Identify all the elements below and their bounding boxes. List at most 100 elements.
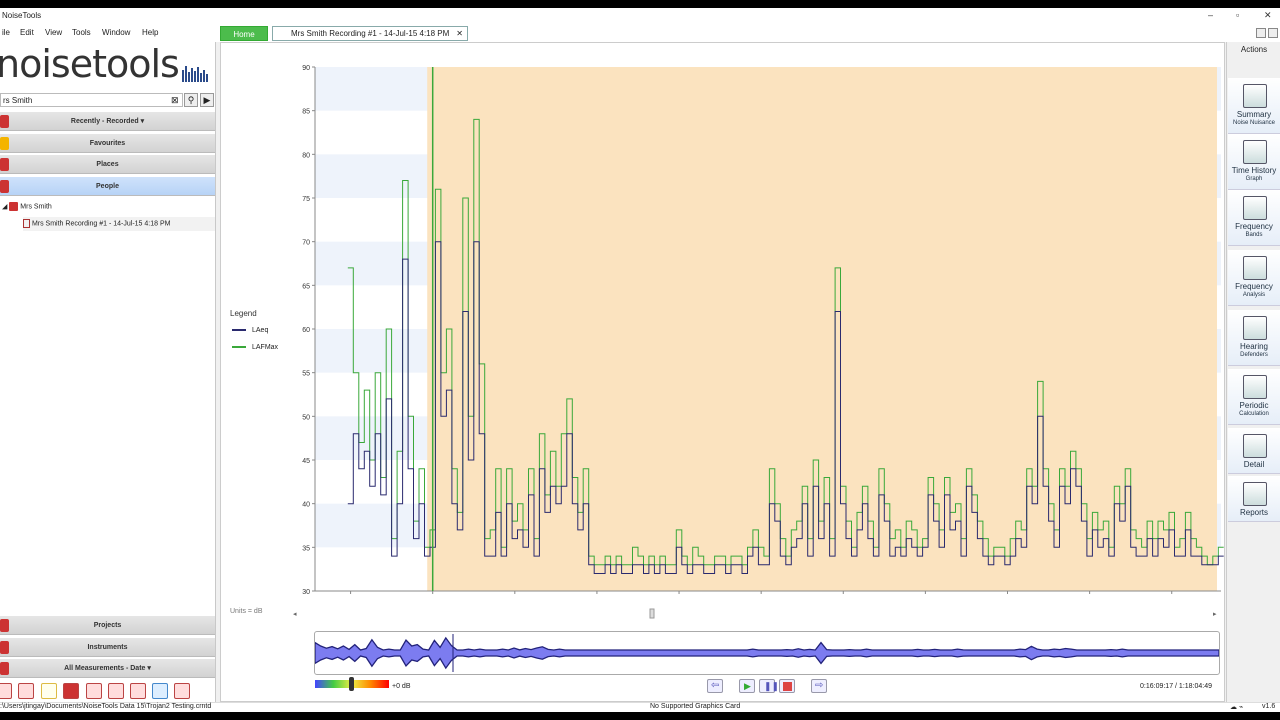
expand-icon[interactable]: ◢ (2, 203, 7, 210)
tree-item-person[interactable]: ◢ Mrs Smith (2, 202, 52, 211)
section-favourites[interactable]: Favourites (0, 134, 215, 153)
section-recently[interactable]: Recently - Recorded ▾ (0, 112, 215, 131)
stop-button[interactable] (779, 679, 795, 693)
section-instruments-label: Instruments (87, 644, 128, 651)
y-tick-label: 70 (302, 240, 310, 247)
menu-file[interactable]: ile (2, 28, 10, 37)
tab-close-icon[interactable]: ✕ (456, 27, 463, 41)
person-icon (0, 180, 9, 193)
action-label: Summary (1236, 110, 1272, 119)
tool-person-icon[interactable] (108, 683, 124, 699)
project-icon (0, 619, 9, 632)
section-people-label: People (96, 183, 119, 190)
play-button[interactable]: ▶ (739, 679, 755, 693)
action-label: Periodic (1239, 401, 1269, 410)
search-icon: ⚲ (187, 95, 195, 105)
y-tick-label: 45 (302, 458, 310, 465)
action-reports[interactable]: Reports (1228, 476, 1280, 522)
main-panel: Legend LAeq LAFMax 30 35 40 45 50 55 60 65 70 75 8… (220, 42, 1225, 702)
action-sublabel: Noise Nuisance (1232, 120, 1276, 126)
menu-view[interactable]: View (45, 28, 62, 37)
pause-button[interactable]: ❚❚ (759, 679, 779, 693)
tab-home[interactable]: Home (220, 26, 268, 41)
gain-thumb[interactable] (349, 677, 354, 691)
status-path: :\Users\jtingay\Documents\NoiseTools Dat… (0, 703, 212, 710)
action-sublabel: Calculation (1239, 411, 1269, 417)
tool-1-icon[interactable] (0, 683, 12, 699)
action-hearing-defenders[interactable]: Hearing Defenders (1228, 310, 1280, 366)
svg-text:◂: ◂ (293, 611, 297, 618)
time-history-icon (1243, 140, 1267, 164)
tool-folder-icon[interactable] (63, 683, 79, 699)
action-frequency-analysis[interactable]: Frequency Analysis (1228, 250, 1280, 306)
stop-icon (783, 682, 792, 691)
previous-button[interactable]: ⇦ (707, 679, 723, 693)
action-sublabel: Graph (1245, 176, 1263, 182)
reports-icon (1243, 482, 1267, 506)
tool-camera-icon[interactable] (152, 683, 168, 699)
action-detail[interactable]: Detail (1228, 428, 1280, 474)
dropdown-icon[interactable] (1268, 28, 1278, 38)
tab-recording-label: Mrs Smith Recording #1 - 14-Jul-15 4:18 … (291, 29, 450, 38)
y-tick-label: 80 (302, 152, 310, 159)
section-all-label: All Measurements - Date (64, 665, 146, 672)
menu-bar: ile Edit View Tools Window Help (0, 25, 1280, 42)
go-button[interactable]: ▶ (200, 93, 214, 107)
section-recently-label: Recently - Recorded (70, 118, 139, 125)
section-projects-label: Projects (93, 622, 122, 629)
tree-item-recording[interactable]: Mrs Smith Recording #1 - 14-Jul-15 4:18 … (23, 217, 215, 231)
action-summary-noise-nuisance[interactable]: Summary Noise Nuisance (1228, 78, 1280, 134)
chevron-down-icon[interactable]: ▾ (147, 665, 151, 672)
minimize-icon[interactable]: – (1208, 10, 1213, 20)
detail-icon (1243, 434, 1267, 458)
action-sublabel: Defenders (1240, 352, 1268, 358)
section-all-measurements[interactable]: All Measurements - Date ▾ (0, 659, 215, 678)
tool-doc-icon[interactable] (130, 683, 146, 699)
clear-search-icon[interactable]: ⊠ (171, 95, 179, 106)
maximize-icon[interactable]: ▫ (1236, 10, 1239, 20)
menu-window[interactable]: Window (102, 28, 130, 37)
tree-recording-label: Mrs Smith Recording #1 - 14-Jul-15 4:18 … (31, 220, 171, 228)
tool-2-icon[interactable] (18, 683, 34, 699)
search-button[interactable]: ⚲ (184, 93, 198, 107)
y-tick-label: 90 (302, 65, 310, 72)
recent-icon (0, 115, 9, 128)
tool-house-icon[interactable] (86, 683, 102, 699)
house-icon (0, 158, 9, 171)
pin-icon[interactable] (1256, 28, 1266, 38)
action-time-history-graph[interactable]: Time History Graph (1228, 134, 1280, 190)
tab-recording[interactable]: Mrs Smith Recording #1 - 14-Jul-15 4:18 … (272, 26, 468, 41)
arrow-left-icon: ⇦ (711, 680, 720, 691)
search-input[interactable]: rs Smith (0, 93, 183, 107)
section-projects[interactable]: Projects (0, 616, 215, 635)
action-periodic-calculation[interactable]: Periodic Calculation (1228, 369, 1280, 425)
action-frequency-bands[interactable]: Frequency Bands (1228, 190, 1280, 246)
actions-title: Actions (1240, 45, 1268, 54)
instrument-icon (0, 641, 9, 654)
menu-edit[interactable]: Edit (20, 28, 34, 37)
section-instruments[interactable]: Instruments (0, 638, 215, 657)
left-panel: noisetools rs Smith ⊠ ⚲ ▶ Recently - Rec… (0, 42, 216, 702)
y-tick-label: 60 (302, 327, 310, 334)
menu-tools[interactable]: Tools (72, 28, 91, 37)
app-logo: noisetools (0, 42, 180, 86)
section-people[interactable]: People (0, 177, 215, 196)
hearing-defenders-icon (1243, 316, 1267, 340)
waveform-overview[interactable] (314, 631, 1220, 675)
close-icon[interactable]: ✕ (1264, 10, 1272, 21)
tool-settings-icon[interactable] (174, 683, 190, 699)
logo-bars-icon (182, 66, 208, 82)
section-places[interactable]: Places (0, 155, 215, 174)
frequency-bands-icon (1243, 196, 1267, 220)
person-icon (9, 202, 19, 211)
time-history-chart[interactable]: 303540455055606570758085908:27:30 AM8:28… (221, 57, 1225, 597)
next-button[interactable]: ⇨ (811, 679, 827, 693)
action-label: Reports (1239, 508, 1268, 517)
status-version: v1.6 (1262, 703, 1276, 710)
tool-star-icon[interactable] (41, 683, 57, 699)
chevron-down-icon[interactable]: ▾ (141, 118, 145, 125)
menu-help[interactable]: Help (142, 28, 158, 37)
chart-scrollbar[interactable]: ◂ ▸ (293, 607, 1221, 619)
status-center: No Supported Graphics Card (650, 703, 741, 710)
action-sublabel: Analysis (1242, 292, 1266, 298)
